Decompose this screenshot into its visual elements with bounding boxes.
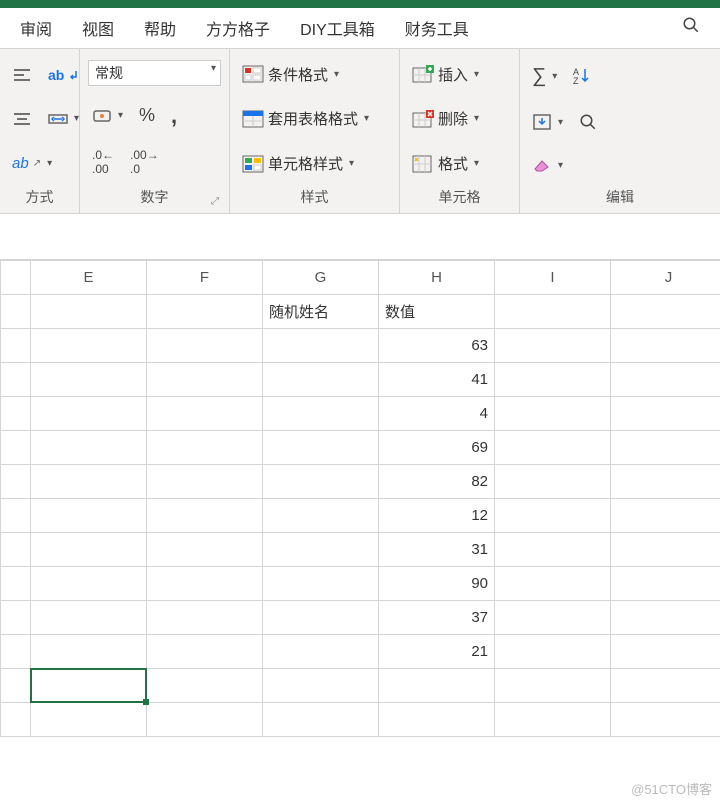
column-headers: E F G H I J bbox=[1, 261, 720, 295]
chevron-down-icon: ▾ bbox=[118, 110, 123, 121]
chevron-down-icon: ▾ bbox=[334, 69, 339, 80]
delete-button[interactable]: 删除▾ bbox=[408, 106, 511, 131]
tab-view[interactable]: 视图 bbox=[82, 16, 114, 40]
format-button[interactable]: 格式▾ bbox=[408, 151, 511, 176]
chevron-down-icon: ▾ bbox=[349, 158, 354, 169]
tab-finance[interactable]: 财务工具 bbox=[405, 16, 469, 40]
cell: 82 bbox=[379, 465, 495, 499]
align-left-button[interactable] bbox=[8, 66, 36, 84]
merge-center-button[interactable]: ▾ bbox=[44, 110, 83, 128]
clear-button[interactable]: ▾ bbox=[528, 155, 567, 175]
chevron-down-icon: ▾ bbox=[558, 117, 563, 128]
cell: 69 bbox=[379, 431, 495, 465]
group-label-styles: 样式 bbox=[238, 183, 391, 211]
cell: 41 bbox=[379, 363, 495, 397]
table-row[interactable]: 31 bbox=[1, 533, 720, 567]
table-row[interactable]: 63 bbox=[1, 329, 720, 363]
table-row[interactable]: 21 bbox=[1, 635, 720, 669]
table-row[interactable]: 12 bbox=[1, 499, 720, 533]
watermark: @51CTO博客 bbox=[631, 779, 712, 798]
chevron-down-icon: ▾ bbox=[474, 69, 479, 80]
fill-button[interactable]: ▾ bbox=[528, 111, 567, 133]
cell: 随机姓名 bbox=[263, 295, 379, 329]
ribbon: ab ▾ ab↗▾ 方式 常规 ▾ % , .0←.00 .00→.0 bbox=[0, 49, 720, 214]
chevron-down-icon: ▾ bbox=[558, 160, 563, 171]
title-bar-accent bbox=[0, 0, 720, 8]
cell: 37 bbox=[379, 601, 495, 635]
group-label-editing: 编辑 bbox=[528, 183, 712, 211]
insert-button[interactable]: 插入▾ bbox=[408, 62, 511, 87]
chevron-down-icon: ▾ bbox=[47, 158, 52, 169]
cell: 21 bbox=[379, 635, 495, 669]
cell: 4 bbox=[379, 397, 495, 431]
group-label-cells: 单元格 bbox=[408, 183, 511, 211]
table-row[interactable]: 41 bbox=[1, 363, 720, 397]
formula-bar[interactable] bbox=[0, 214, 720, 260]
wrap-text-button[interactable]: ab bbox=[44, 65, 82, 85]
table-row[interactable]: 90 bbox=[1, 567, 720, 601]
decrease-decimal-button[interactable]: .00→.0 bbox=[126, 146, 163, 178]
group-label-alignment: 方式 bbox=[8, 183, 71, 211]
table-row[interactable]: 随机姓名数值 bbox=[1, 295, 720, 329]
autosum-button[interactable]: ∑▾ bbox=[528, 63, 561, 90]
comma-button[interactable]: , bbox=[167, 101, 181, 131]
increase-decimal-button[interactable]: .0←.00 bbox=[88, 146, 118, 178]
cell-styles-button[interactable]: 单元格样式▾ bbox=[238, 151, 391, 176]
cell: 63 bbox=[379, 329, 495, 363]
cell: 31 bbox=[379, 533, 495, 567]
find-select-button[interactable] bbox=[575, 111, 601, 133]
table-row[interactable]: 37 bbox=[1, 601, 720, 635]
col-header-G[interactable]: G bbox=[263, 261, 379, 295]
group-label-number: 数字⤢ bbox=[88, 183, 221, 211]
col-header-J[interactable]: J bbox=[611, 261, 720, 295]
percent-button[interactable]: % bbox=[135, 103, 159, 128]
table-row[interactable]: 4 bbox=[1, 397, 720, 431]
svg-text:Z: Z bbox=[573, 76, 579, 85]
cell: 90 bbox=[379, 567, 495, 601]
chevron-down-icon: ▾ bbox=[474, 113, 479, 124]
chevron-down-icon: ▾ bbox=[74, 113, 79, 124]
table-row[interactable] bbox=[1, 669, 720, 703]
align-center-button[interactable] bbox=[8, 110, 36, 128]
chevron-down-icon: ▾ bbox=[474, 158, 479, 169]
format-as-table-button[interactable]: 套用表格格式▾ bbox=[238, 106, 391, 131]
tab-review[interactable]: 审阅 bbox=[20, 16, 52, 40]
ribbon-tabs: 审阅 视图 帮助 方方格子 DIY工具箱 财务工具 bbox=[0, 8, 720, 49]
table-row[interactable]: 69 bbox=[1, 431, 720, 465]
search-icon[interactable] bbox=[682, 16, 700, 40]
tab-diy[interactable]: DIY工具箱 bbox=[300, 16, 375, 40]
currency-button[interactable]: ▾ bbox=[88, 106, 127, 126]
table-row[interactable]: 82 bbox=[1, 465, 720, 499]
chevron-down-icon: ▾ bbox=[552, 71, 557, 82]
col-header-I[interactable]: I bbox=[495, 261, 611, 295]
col-header-E[interactable]: E bbox=[31, 261, 147, 295]
tab-fangfang[interactable]: 方方格子 bbox=[206, 16, 270, 40]
table-row[interactable] bbox=[1, 703, 720, 737]
chevron-down-icon: ▾ bbox=[364, 113, 369, 124]
cell: 12 bbox=[379, 499, 495, 533]
worksheet-grid[interactable]: E F G H I J 随机姓名数值 63 41 4 69 82 12 31 9… bbox=[0, 260, 720, 737]
cell: 数值 bbox=[379, 295, 495, 329]
col-header-F[interactable]: F bbox=[147, 261, 263, 295]
conditional-format-button[interactable]: 条件格式▾ bbox=[238, 62, 391, 87]
sort-filter-button[interactable]: AZ bbox=[569, 65, 599, 87]
dialog-launcher-icon[interactable]: ⤢ bbox=[211, 196, 219, 207]
number-format-select[interactable]: 常规 bbox=[88, 60, 221, 86]
col-header-H[interactable]: H bbox=[379, 261, 495, 295]
tab-help[interactable]: 帮助 bbox=[144, 16, 176, 40]
orientation-button[interactable]: ab↗▾ bbox=[8, 153, 56, 174]
